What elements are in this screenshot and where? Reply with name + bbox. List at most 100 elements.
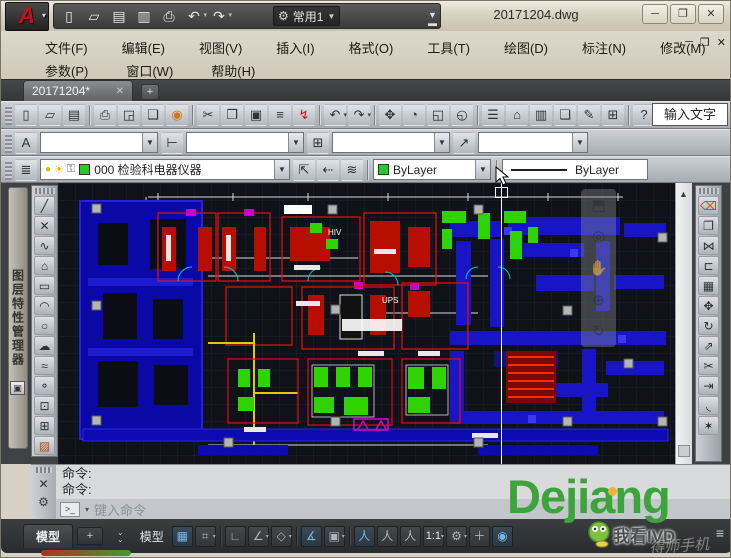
autoscale-icon[interactable]: 人 bbox=[377, 526, 398, 547]
save-as-icon[interactable]: ▥ bbox=[133, 5, 155, 27]
drawing-tab[interactable]: 20171204* ✕ bbox=[23, 80, 133, 102]
rotate-icon[interactable]: ↻ bbox=[698, 316, 719, 335]
insert-block-icon[interactable]: ⊡ bbox=[34, 396, 55, 415]
fillet-icon[interactable]: ◟ bbox=[698, 396, 719, 415]
make-block-icon[interactable]: ⊞ bbox=[34, 416, 55, 435]
scale-icon[interactable]: ⇗ bbox=[698, 336, 719, 355]
layer-previous-icon[interactable]: ⇠ bbox=[317, 159, 339, 181]
doc-close-button[interactable]: ✕ bbox=[717, 36, 726, 49]
ortho-mode-icon[interactable]: ∟ bbox=[225, 526, 246, 547]
menu-insert[interactable]: 插入(I) bbox=[272, 37, 318, 58]
menu-window[interactable]: 窗口(W) bbox=[122, 60, 177, 81]
erase-icon[interactable]: ⌫ bbox=[698, 196, 719, 215]
new-drawing-tab-button[interactable]: + bbox=[141, 84, 159, 100]
paste-icon[interactable]: ▣ bbox=[245, 104, 267, 126]
isometric-drafting-icon[interactable]: ◇▾ bbox=[271, 526, 292, 547]
open-file-icon[interactable]: ▱ bbox=[83, 5, 105, 27]
table-style-dropdown[interactable]: ▼ bbox=[332, 132, 450, 153]
multileader-style-dropdown[interactable]: ▼ bbox=[478, 132, 588, 153]
plot-preview-icon[interactable]: ◲ bbox=[118, 104, 140, 126]
new-layout-button[interactable]: + bbox=[77, 527, 103, 545]
sheet-set-manager-icon[interactable]: ❏ bbox=[554, 104, 576, 126]
zoom-window-icon[interactable]: ◱ bbox=[427, 104, 449, 126]
customize-quick-access-button[interactable]: ▼▬ bbox=[428, 11, 437, 27]
layer-properties-manager-icon[interactable]: ≣ bbox=[15, 159, 37, 181]
dynamic-input-box[interactable]: 输入文字 bbox=[652, 103, 728, 126]
command-input-row[interactable]: >_ ▾ 键入命令 bbox=[56, 499, 731, 520]
menu-edit[interactable]: 编辑(E) bbox=[118, 37, 169, 58]
scroll-up-icon[interactable]: ▲ bbox=[679, 189, 688, 199]
color-dropdown[interactable]: ByLayer ▼ bbox=[373, 159, 491, 180]
ellipse-icon[interactable]: ⚬ bbox=[34, 376, 55, 395]
spline-icon[interactable]: ≈ bbox=[34, 356, 55, 375]
dimension-style-dropdown[interactable]: ▼ bbox=[186, 132, 304, 153]
menu-parametric[interactable]: 参数(P) bbox=[41, 60, 92, 81]
wrench-icon[interactable]: ⚙ bbox=[38, 495, 49, 509]
zoom-previous-icon[interactable]: ◵ bbox=[451, 104, 473, 126]
properties-icon[interactable]: ☰ bbox=[482, 104, 504, 126]
toolbar-grip[interactable] bbox=[5, 133, 12, 153]
close-icon[interactable]: ✕ bbox=[116, 86, 124, 97]
publish-icon[interactable]: ❑ bbox=[142, 104, 164, 126]
lock-icon[interactable]: ⚿ bbox=[67, 163, 75, 176]
offset-icon[interactable]: ⊏ bbox=[698, 256, 719, 275]
toolbar-grip[interactable] bbox=[699, 188, 719, 194]
canvas-scrollbar[interactable] bbox=[675, 183, 692, 464]
object-snap-tracking-icon[interactable]: ∡ bbox=[301, 526, 322, 547]
cut-icon[interactable]: ✂ bbox=[197, 104, 219, 126]
dimension-style-icon[interactable]: ⊢ bbox=[161, 132, 183, 154]
toolbar-grip[interactable] bbox=[35, 188, 55, 194]
design-center-icon[interactable]: ⌂ bbox=[506, 104, 528, 126]
layer-color-swatch[interactable] bbox=[79, 164, 90, 175]
pan-icon[interactable]: ✥ bbox=[379, 104, 401, 126]
plot-icon[interactable]: ⎙ bbox=[94, 104, 116, 126]
multileader-style-icon[interactable]: ↗ bbox=[453, 132, 475, 154]
table-style-icon[interactable]: ⊞ bbox=[307, 132, 329, 154]
workspace-switching-icon[interactable]: ⚙▾ bbox=[446, 526, 467, 547]
snap-mode-icon[interactable]: ⌗▾ bbox=[195, 526, 216, 547]
drag-grip[interactable] bbox=[36, 467, 52, 473]
redo-icon[interactable]: ↷▾ bbox=[208, 5, 230, 27]
menu-help[interactable]: 帮助(H) bbox=[207, 60, 259, 81]
lightbulb-icon[interactable]: ● bbox=[45, 164, 51, 175]
menu-draw[interactable]: 绘图(D) bbox=[500, 37, 552, 58]
customization-menu-icon[interactable]: ≡ bbox=[716, 525, 724, 541]
redo-icon[interactable]: ↷▾ bbox=[348, 104, 370, 126]
rectangle-icon[interactable]: ▭ bbox=[34, 276, 55, 295]
save-icon[interactable]: ▤ bbox=[63, 104, 85, 126]
layer-states-manager-icon[interactable]: ≋ bbox=[341, 159, 363, 181]
close-button[interactable]: ✕ bbox=[698, 4, 724, 24]
arc-icon[interactable]: ◠ bbox=[34, 296, 55, 315]
block-editor-icon[interactable]: ↯ bbox=[293, 104, 315, 126]
object-snap-icon[interactable]: ▣▾ bbox=[324, 526, 345, 547]
menu-tools[interactable]: 工具(T) bbox=[423, 37, 474, 58]
new-file-icon[interactable]: ▯ bbox=[58, 5, 80, 27]
scrollbar-box-icon[interactable] bbox=[678, 445, 690, 457]
restore-button[interactable]: ❐ bbox=[670, 4, 696, 24]
polygon-icon[interactable]: ⌂ bbox=[34, 256, 55, 275]
toolbar-grip[interactable] bbox=[5, 105, 12, 126]
application-menu-button[interactable]: A ▾ bbox=[5, 2, 49, 31]
undo-icon[interactable]: ↶▾ bbox=[324, 104, 346, 126]
layer-dropdown[interactable]: ● ☀ ⚿ 000 检验科电器仪器 ▼ bbox=[40, 159, 290, 180]
command-prompt-icon[interactable]: >_ bbox=[60, 502, 80, 517]
annotation-scale-flag-icon[interactable]: 人 bbox=[400, 526, 421, 547]
make-object-layer-current-icon[interactable]: ⇱ bbox=[293, 159, 315, 181]
linetype-dropdown[interactable]: ByLayer bbox=[502, 159, 648, 180]
move-icon[interactable]: ✥ bbox=[698, 296, 719, 315]
polyline-icon[interactable]: ∿ bbox=[34, 236, 55, 255]
grid-display-icon[interactable]: ▦ bbox=[172, 526, 193, 547]
array-icon[interactable]: ▦ bbox=[698, 276, 719, 295]
menu-file[interactable]: 文件(F) bbox=[41, 37, 92, 58]
new-file-icon[interactable]: ▯ bbox=[15, 104, 37, 126]
circle-icon[interactable]: ○ bbox=[34, 316, 55, 335]
drawing-canvas[interactable]: HIV UPS bbox=[58, 183, 675, 464]
markup-set-manager-icon[interactable]: ✎ bbox=[578, 104, 600, 126]
zoom-realtime-icon[interactable]: ◔ bbox=[403, 104, 425, 126]
layout-overflow-chevrons[interactable]: ⌄⌄ bbox=[117, 529, 124, 543]
doc-minimize-button[interactable]: ─ bbox=[685, 36, 693, 49]
minimize-button[interactable]: ─ bbox=[642, 4, 668, 24]
undo-icon[interactable]: ↶▾ bbox=[183, 5, 205, 27]
save-icon[interactable]: ▤ bbox=[108, 5, 130, 27]
menu-view[interactable]: 视图(V) bbox=[195, 37, 246, 58]
